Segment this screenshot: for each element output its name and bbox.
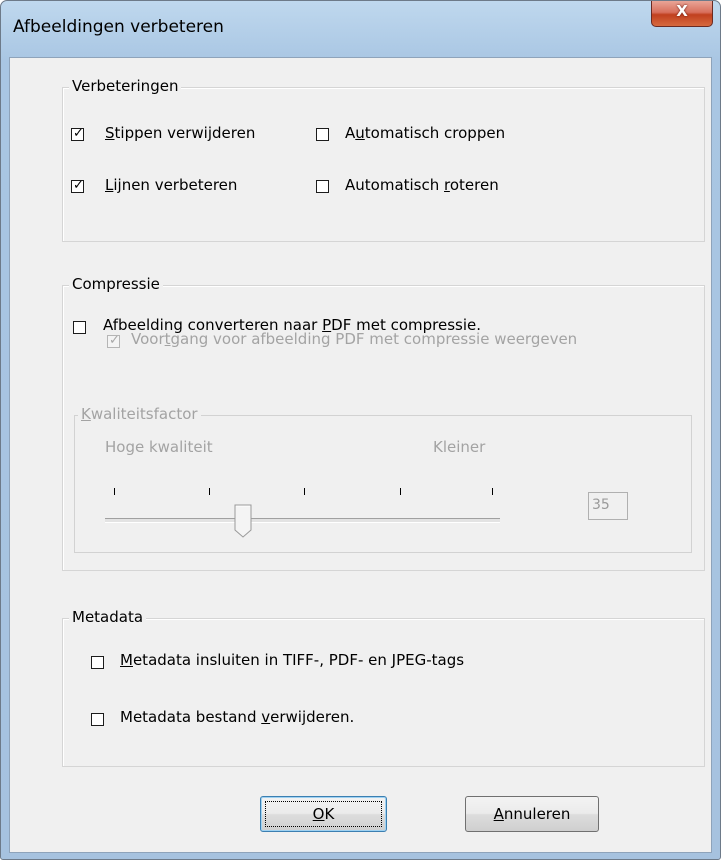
- metadata-group: Metadata: [62, 608, 705, 767]
- label-text: tomatisch croppen: [364, 124, 506, 142]
- verbeteringen-legend: Verbeteringen: [69, 77, 182, 95]
- accel-key: A: [493, 805, 504, 823]
- slider-tick: [304, 488, 305, 495]
- automatisch-croppen-label[interactable]: Automatisch croppen: [345, 124, 505, 142]
- metadata-legend: Metadata: [69, 608, 147, 626]
- accel-key: M: [120, 651, 133, 669]
- label-text: tippen verwijderen: [114, 124, 256, 142]
- pdf-compressie-checkbox[interactable]: [73, 321, 86, 334]
- quality-value-box[interactable]: 35: [588, 492, 628, 520]
- compressie-legend: Compressie: [69, 275, 163, 293]
- close-icon: X: [676, 2, 688, 20]
- accel-key: K: [81, 405, 91, 423]
- accel-key: S: [105, 124, 115, 142]
- slider-tick: [114, 488, 115, 495]
- stippen-verwijderen-label[interactable]: Stippen verwijderen: [105, 124, 255, 142]
- verbeteringen-group: Verbeteringen: [62, 77, 705, 242]
- voortgang-checkbox[interactable]: ✓: [107, 333, 120, 348]
- ok-button[interactable]: OK: [260, 796, 387, 832]
- label-text: Metadata bestand: [120, 708, 262, 726]
- voortgang-label[interactable]: Voortgang voor afbeelding PDF met compre…: [131, 330, 577, 348]
- metadata-verwijderen-checkbox[interactable]: [91, 713, 104, 726]
- automatisch-roteren-label[interactable]: Automatisch roteren: [345, 176, 499, 194]
- lijnen-verbeteren-label[interactable]: Lijnen verbeteren: [105, 176, 237, 194]
- hoge-kwaliteit-label: Hoge kwaliteit: [105, 438, 213, 456]
- button-label: nnuleren: [503, 805, 571, 823]
- metadata-insluiten-label[interactable]: Metadata insluiten in TIFF-, PDF- en JPE…: [120, 651, 464, 669]
- dialog-window: Afbeeldingen verbeteren X Verbeteringen …: [0, 0, 721, 860]
- stippen-verwijderen-checkbox[interactable]: ✓: [71, 126, 84, 141]
- checkmark-icon: ✓: [73, 178, 84, 193]
- window-title: Afbeeldingen verbeteren: [13, 17, 224, 37]
- slider-tick: [400, 488, 401, 495]
- label-text: Automatisch: [345, 176, 445, 194]
- label-text: A: [345, 124, 356, 142]
- checkmark-icon: ✓: [73, 126, 84, 141]
- slider-tick: [209, 488, 210, 495]
- focus-rectangle: [265, 801, 382, 827]
- annuleren-button[interactable]: Annuleren: [465, 796, 599, 832]
- label-text: waliteitsfactor: [90, 405, 198, 423]
- label-text: oteren: [449, 176, 499, 194]
- automatisch-croppen-checkbox[interactable]: [316, 128, 329, 141]
- checkmark-icon: ✓: [109, 333, 120, 348]
- label-text: erwijderen.: [270, 708, 355, 726]
- kwaliteitsfactor-legend: Kwaliteitsfactor: [78, 405, 201, 423]
- close-button[interactable]: X: [651, 1, 713, 27]
- quality-slider-thumb[interactable]: [234, 504, 252, 538]
- automatisch-roteren-checkbox[interactable]: [316, 180, 329, 193]
- label-text: ijnen verbeteren: [113, 176, 238, 194]
- kwaliteitsfactor-group: Kwaliteitsfactor: [74, 405, 692, 553]
- dialog-client-area: Verbeteringen ✓ Stippen verwijderen Auto…: [9, 57, 712, 853]
- label-text: gang voor afbeelding PDF met compressie …: [170, 330, 578, 348]
- label-text: Voor: [131, 330, 165, 348]
- accel-key: v: [261, 708, 271, 726]
- title-bar[interactable]: Afbeeldingen verbeteren X: [1, 1, 720, 57]
- slider-tick: [492, 488, 493, 495]
- accel-key: u: [355, 124, 365, 142]
- label-text: etadata insluiten in TIFF-, PDF- en JPEG…: [132, 651, 465, 669]
- kleiner-label: Kleiner: [433, 438, 486, 456]
- quality-slider-track[interactable]: [105, 518, 500, 523]
- metadata-insluiten-checkbox[interactable]: [91, 656, 104, 669]
- metadata-verwijderen-label[interactable]: Metadata bestand verwijderen.: [120, 708, 354, 726]
- lijnen-verbeteren-checkbox[interactable]: ✓: [71, 178, 84, 193]
